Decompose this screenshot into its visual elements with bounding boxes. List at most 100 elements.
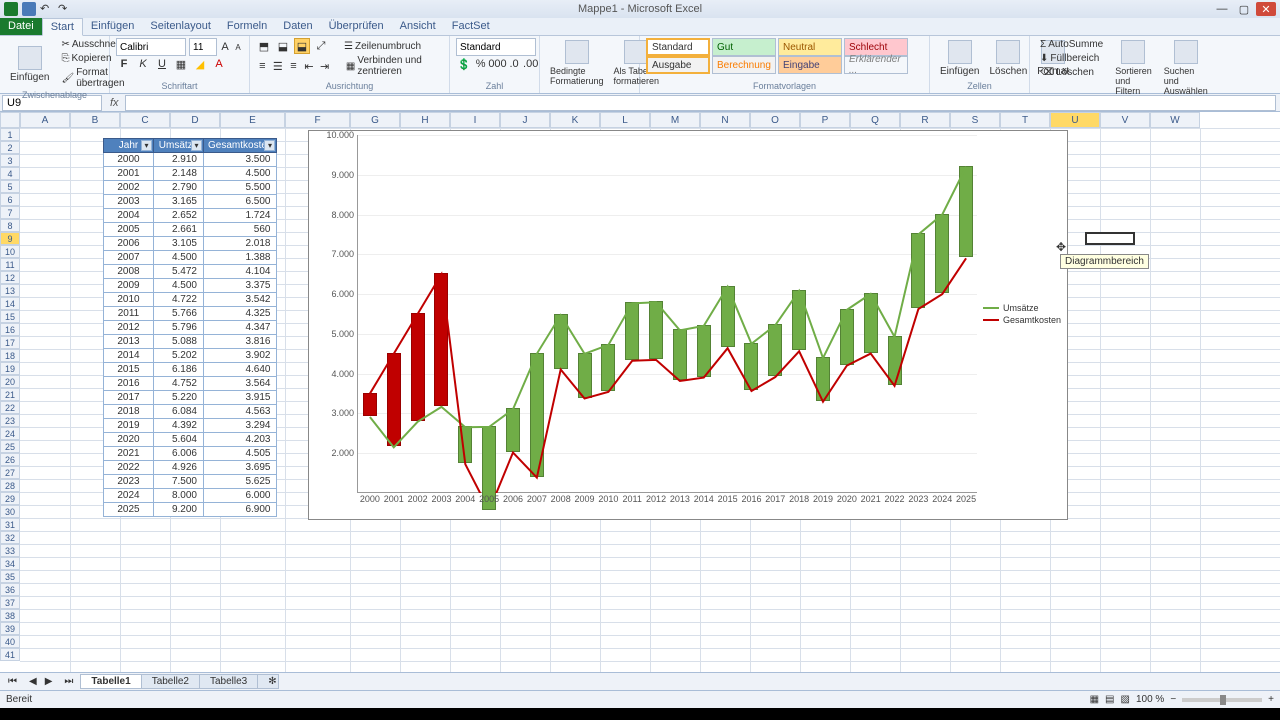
row-header[interactable]: 6 — [0, 193, 20, 206]
sheet-nav-prev-icon[interactable]: ◀ — [25, 676, 41, 687]
tab-start[interactable]: Start — [42, 18, 83, 36]
delete-cells-button[interactable]: Löschen — [985, 38, 1031, 79]
row-header[interactable]: 28 — [0, 479, 20, 492]
chart-bar[interactable] — [411, 313, 425, 421]
row-header[interactable]: 30 — [0, 505, 20, 518]
chart-bar[interactable] — [554, 314, 568, 368]
col-header[interactable]: F — [285, 112, 350, 128]
filter-dropdown-icon[interactable]: ▾ — [141, 140, 152, 151]
worksheet[interactable]: ABCDEFGHIJKLMNOPQRSTUVW 1234567891011121… — [0, 112, 1280, 672]
chart-bar[interactable] — [649, 301, 663, 359]
chart-bar[interactable] — [506, 408, 520, 451]
col-header[interactable]: E — [220, 112, 285, 128]
row-header[interactable]: 35 — [0, 570, 20, 583]
row-header[interactable]: 23 — [0, 414, 20, 427]
row-header[interactable]: 7 — [0, 206, 20, 219]
row-header[interactable]: 16 — [0, 323, 20, 336]
col-header[interactable]: U — [1050, 112, 1100, 128]
chart-bar[interactable] — [721, 286, 735, 347]
table-row[interactable]: 20156.1864.640 — [104, 363, 277, 377]
row-header[interactable]: 10 — [0, 245, 20, 258]
row-header[interactable]: 24 — [0, 427, 20, 440]
col-header[interactable]: R — [900, 112, 950, 128]
zoom-level[interactable]: 100 % — [1136, 694, 1164, 705]
row-header[interactable]: 1 — [0, 128, 20, 141]
row-header[interactable]: 20 — [0, 375, 20, 388]
chart-bar[interactable] — [840, 309, 854, 365]
find-select-button[interactable]: Suchen und Auswählen — [1160, 38, 1212, 98]
col-header[interactable]: Q — [850, 112, 900, 128]
minimize-button[interactable]: — — [1212, 2, 1232, 16]
tab-formeln[interactable]: Formeln — [219, 18, 275, 35]
row-header[interactable]: 3 — [0, 154, 20, 167]
chart-bar[interactable] — [744, 343, 758, 390]
col-header[interactable]: W — [1150, 112, 1200, 128]
style-berechnung[interactable]: Berechnung — [712, 56, 776, 74]
row-header[interactable]: 4 — [0, 167, 20, 180]
tab-ansicht[interactable]: Ansicht — [392, 18, 444, 35]
row-header[interactable]: 38 — [0, 609, 20, 622]
undo-icon[interactable]: ↶ — [40, 2, 54, 16]
row-header[interactable]: 40 — [0, 635, 20, 648]
save-icon[interactable] — [22, 2, 36, 16]
chart-plot-area[interactable]: 2.0003.0004.0005.0006.0007.0008.0009.000… — [357, 135, 977, 493]
table-row[interactable]: 20052.661560 — [104, 223, 277, 237]
sheet-tab-2[interactable]: Tabelle2 — [141, 674, 200, 689]
row-header[interactable]: 14 — [0, 297, 20, 310]
data-table[interactable]: Jahr▾ Umsätze▾ Gesamtkosten▾ 20002.9103.… — [103, 138, 277, 517]
indent-dec-icon[interactable]: ⇤ — [303, 58, 316, 74]
chart-bar[interactable] — [935, 214, 949, 294]
col-header[interactable]: B — [70, 112, 120, 128]
table-row[interactable]: 20186.0844.563 — [104, 405, 277, 419]
border-button[interactable]: ▦ — [173, 56, 189, 72]
new-sheet-button[interactable]: ✻ — [257, 674, 279, 689]
chart-bar[interactable] — [578, 353, 592, 398]
chart-bar[interactable] — [458, 426, 472, 463]
table-row[interactable]: 20002.9103.500 — [104, 153, 277, 167]
view-layout-icon[interactable]: ▤ — [1105, 694, 1114, 705]
row-header[interactable]: 31 — [0, 518, 20, 531]
col-header[interactable]: V — [1100, 112, 1150, 128]
row-header[interactable]: 39 — [0, 622, 20, 635]
tab-datei[interactable]: Datei — [0, 18, 42, 35]
table-row[interactable]: 20033.1656.500 — [104, 195, 277, 209]
filter-dropdown-icon[interactable]: ▾ — [264, 140, 275, 151]
col-header[interactable]: K — [550, 112, 600, 128]
bold-button[interactable]: F — [116, 56, 132, 72]
chart-bar[interactable] — [864, 293, 878, 353]
table-row[interactable]: 20115.7664.325 — [104, 307, 277, 321]
col-header[interactable]: J — [500, 112, 550, 128]
sheet-tab-3[interactable]: Tabelle3 — [199, 674, 258, 689]
align-right-icon[interactable]: ≡ — [287, 58, 300, 74]
decimal-inc-icon[interactable]: .0 — [508, 56, 519, 72]
orientation-icon[interactable]: ⤢ — [313, 38, 329, 54]
tab-ueberpruefen[interactable]: Überprüfen — [321, 18, 392, 35]
chart-bar[interactable] — [888, 336, 902, 385]
currency-icon[interactable]: 💲 — [456, 56, 472, 72]
chart-bar[interactable] — [530, 353, 544, 477]
chart-bar[interactable] — [959, 166, 973, 257]
table-row[interactable]: 20194.3923.294 — [104, 419, 277, 433]
table-row[interactable]: 20259.2006.900 — [104, 503, 277, 517]
chart-bar[interactable] — [625, 302, 639, 359]
row-header[interactable]: 26 — [0, 453, 20, 466]
table-row[interactable]: 20063.1052.018 — [104, 237, 277, 251]
row-header[interactable]: 21 — [0, 388, 20, 401]
table-row[interactable]: 20094.5003.375 — [104, 279, 277, 293]
row-header[interactable]: 15 — [0, 310, 20, 323]
row-header[interactable]: 5 — [0, 180, 20, 193]
tab-einfuegen[interactable]: Einfügen — [83, 18, 142, 35]
decimal-dec-icon[interactable]: .00 — [523, 56, 539, 72]
align-top-icon[interactable]: ⬒ — [256, 38, 272, 54]
col-header[interactable]: S — [950, 112, 1000, 128]
chart-bar[interactable] — [911, 233, 925, 308]
tab-factset[interactable]: FactSet — [444, 18, 498, 35]
row-header[interactable]: 17 — [0, 336, 20, 349]
row-header[interactable]: 22 — [0, 401, 20, 414]
tab-daten[interactable]: Daten — [275, 18, 320, 35]
col-header[interactable]: H — [400, 112, 450, 128]
autosum-button[interactable]: Σ AutoSumme — [1036, 38, 1107, 51]
table-row[interactable]: 20224.9263.695 — [104, 461, 277, 475]
col-header[interactable]: N — [700, 112, 750, 128]
thousands-icon[interactable]: 000 — [489, 56, 505, 72]
